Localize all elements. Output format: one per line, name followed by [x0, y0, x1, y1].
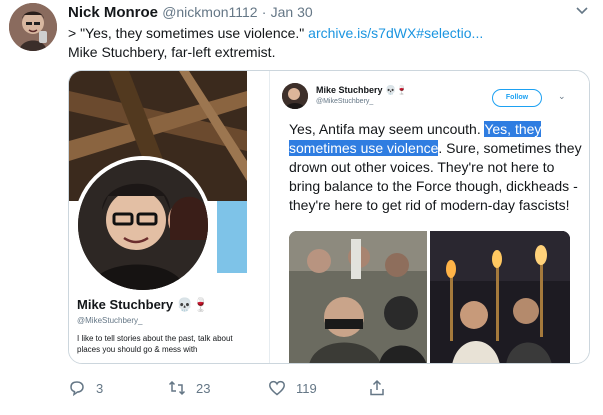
tweet[interactable]: Nick Monroe @nickmon1112 · Jan 30 > "Yes…	[0, 0, 603, 415]
follow-button: Follow	[492, 89, 542, 107]
profile-card: Mike Stuchbery 💀🍷 @MikeStuchbery_ I like…	[69, 71, 247, 363]
embed-name: Mike Stuchbery 💀🍷	[316, 85, 408, 95]
retweet-button[interactable]: 23	[168, 376, 210, 400]
avatar[interactable]	[9, 3, 57, 51]
tweet-header: Nick Monroe @nickmon1112 · Jan 30	[68, 3, 313, 21]
reply-icon	[70, 381, 84, 397]
thread-rail	[0, 0, 40, 415]
like-button[interactable]: 119	[268, 376, 317, 400]
like-icon	[269, 380, 285, 396]
author-handle[interactable]: @nickmon1112	[162, 4, 257, 20]
reply-button[interactable]: 3	[68, 376, 103, 400]
embed-text: Yes, Antifa may seem uncouth. Yes, they …	[289, 120, 589, 215]
media-image[interactable]: Mike Stuchbery 💀🍷 @MikeStuchbery_ I like…	[68, 70, 590, 364]
share-button[interactable]	[368, 376, 396, 400]
embedded-tweet: Mike Stuchbery 💀🍷 @MikeStuchbery_ Follow…	[269, 71, 589, 363]
embed-chevron-icon: ⌄	[558, 91, 566, 101]
retweet-count: 23	[196, 380, 211, 396]
torch-photo-right	[430, 231, 570, 363]
tweet-text: > "Yes, they sometimes use violence." ar…	[68, 24, 483, 42]
tweet-actions: 3 23 119	[68, 376, 588, 400]
avatar-image	[9, 3, 57, 51]
profile-banner-edge	[217, 201, 247, 273]
author-name[interactable]: Nick Monroe	[68, 4, 158, 21]
share-icon	[370, 379, 384, 396]
reply-count: 3	[96, 380, 104, 396]
embed-handle: @MikeStuchbery_	[316, 98, 374, 105]
profile-picture	[74, 156, 212, 294]
retweet-icon	[168, 380, 186, 396]
profile-name: Mike Stuchbery 💀🍷	[77, 297, 210, 312]
tweet-date[interactable]: Jan 30	[271, 4, 313, 20]
quote-prefix: > "Yes, they sometimes use violence."	[68, 25, 309, 41]
like-count: 119	[296, 380, 317, 396]
tweet-text-line2: Mike Stuchbery, far-left extremist.	[68, 44, 276, 60]
header-separator: ·	[261, 4, 267, 20]
embed-text-before: Yes, Antifa may seem uncouth.	[289, 121, 485, 137]
protest-photo-left	[289, 231, 427, 363]
embed-avatar	[282, 83, 308, 109]
profile-bio: I like to tell stories about the past, t…	[77, 334, 233, 354]
caret-down-icon[interactable]	[575, 3, 593, 21]
profile-handle: @MikeStuchbery_	[77, 316, 143, 325]
archive-link[interactable]: archive.is/s7dWX#selectio...	[308, 25, 483, 41]
